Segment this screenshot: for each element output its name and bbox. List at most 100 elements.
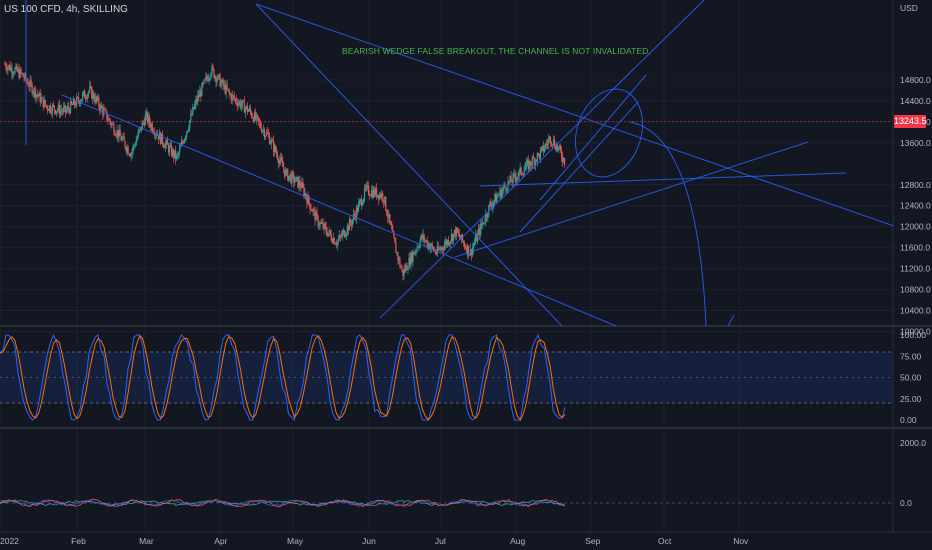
candle-body xyxy=(185,136,187,139)
candle-body xyxy=(180,145,182,148)
candle-body xyxy=(184,138,186,143)
candle-body xyxy=(317,216,319,227)
candle-body xyxy=(40,98,42,103)
candle-body xyxy=(93,92,95,100)
candle-body xyxy=(496,196,498,203)
candle-body xyxy=(203,79,205,84)
candle-body xyxy=(212,66,214,70)
candle-body xyxy=(325,226,327,233)
time-tick-label: Aug xyxy=(510,536,525,546)
candle-body xyxy=(294,181,296,183)
candle-body xyxy=(11,67,13,74)
candle-body xyxy=(87,93,89,99)
candle-body xyxy=(137,131,139,138)
candle-body xyxy=(276,152,278,155)
chart-background xyxy=(0,0,932,550)
candle-body xyxy=(557,147,560,150)
candle-body xyxy=(232,94,234,96)
candle-body xyxy=(560,150,563,158)
candle-body xyxy=(309,203,311,210)
candle-body xyxy=(32,92,34,94)
candle-body xyxy=(327,233,329,236)
time-tick-label: Jun xyxy=(362,536,376,546)
candle-body xyxy=(257,116,260,122)
candle-body xyxy=(279,160,281,164)
chart-annotation[interactable]: BEARISH WEDGE FALSE BREAKOUT, THE CHANNE… xyxy=(342,46,651,56)
candle-body xyxy=(400,266,402,269)
candle-body xyxy=(31,83,33,94)
candle-body xyxy=(484,221,486,224)
candle-body xyxy=(395,242,397,254)
candle-body xyxy=(448,242,451,245)
candle-body xyxy=(247,110,249,112)
candle-body xyxy=(136,137,138,141)
candle-body xyxy=(505,187,507,191)
candle-body xyxy=(361,203,364,206)
time-tick-label: Mar xyxy=(139,536,154,546)
time-tick-label: Feb xyxy=(71,536,86,546)
candle-body xyxy=(26,80,28,83)
candle-body xyxy=(536,153,538,162)
candle-body xyxy=(244,108,246,113)
candle-body xyxy=(330,233,332,240)
candle-body xyxy=(60,110,63,111)
candle-body xyxy=(543,148,546,152)
candle-body xyxy=(220,82,222,87)
stoch-tick-label: 50.00 xyxy=(900,373,922,383)
stoch-tick-label: 25.00 xyxy=(900,394,922,404)
candle-body xyxy=(512,173,514,183)
candle-body xyxy=(53,105,55,111)
candle-body xyxy=(106,110,108,120)
candle-body xyxy=(202,83,204,85)
candle-body xyxy=(188,128,190,131)
candle-body xyxy=(299,180,301,186)
osc-tick-label: 2000.0 xyxy=(900,438,926,448)
candle-body xyxy=(275,145,277,153)
candle-body xyxy=(119,129,121,137)
candle-body xyxy=(463,243,466,248)
price-tick-label: 12800.0 xyxy=(900,180,931,190)
candle-body xyxy=(423,234,425,242)
candle-body xyxy=(357,203,360,212)
time-tick-label: Sep xyxy=(585,536,600,546)
candle-body xyxy=(88,91,90,94)
candle-body xyxy=(469,254,471,256)
candle-body xyxy=(443,244,445,250)
candle-body xyxy=(465,247,467,249)
price-tick-label: 12400.0 xyxy=(900,201,931,211)
candle-body xyxy=(22,73,24,77)
chart-canvas[interactable]: 14800.014400.014000.013600.012800.012400… xyxy=(0,0,932,550)
candle-body xyxy=(407,268,409,270)
candle-body xyxy=(337,239,339,242)
candle-body xyxy=(344,235,346,237)
candle-body xyxy=(497,195,499,197)
candle-body xyxy=(516,177,518,181)
candle-body xyxy=(385,196,387,211)
price-tick-label: 12000.0 xyxy=(900,222,931,232)
candle-body xyxy=(264,135,267,138)
chart-title[interactable]: US 100 CFD, 4h, SKILLING xyxy=(4,4,128,15)
candle-body xyxy=(288,176,290,181)
candle-body xyxy=(418,246,420,248)
candle-body xyxy=(5,64,7,68)
candle-body xyxy=(267,133,270,136)
candle-body xyxy=(30,80,32,84)
candle-body xyxy=(517,175,519,178)
candle-body xyxy=(394,237,396,243)
candle-body xyxy=(502,188,504,192)
candle-body xyxy=(282,161,284,167)
candle-body xyxy=(345,233,347,236)
candle-body xyxy=(20,69,22,74)
candle-body xyxy=(393,231,395,238)
candle-body xyxy=(194,104,196,109)
candle-body xyxy=(349,219,352,224)
candle-body xyxy=(228,89,230,94)
candle-body xyxy=(13,73,15,75)
candle-body xyxy=(336,241,338,246)
candle-body xyxy=(308,195,310,204)
candle-body xyxy=(256,114,259,117)
candle-body xyxy=(564,158,566,166)
candle-body xyxy=(316,212,318,217)
stoch-tick-label: 75.00 xyxy=(900,351,922,361)
candle-body xyxy=(468,245,470,256)
